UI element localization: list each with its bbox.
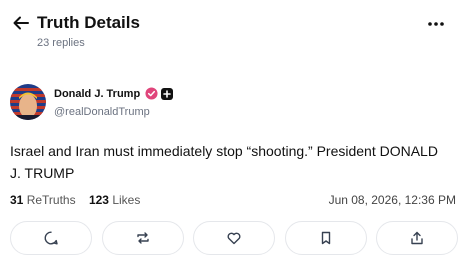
page-title: Truth Details [37,13,140,32]
share-button[interactable] [376,221,458,255]
post-stats: 31 ReTruths 123 Likes Jun 08, 2026, 12:3… [10,192,458,208]
plus-badge-icon [161,88,173,100]
author-name[interactable]: Donald J. Trump [54,87,140,101]
likes-stat[interactable]: 123 Likes [89,192,140,208]
heart-icon [227,232,241,245]
arrow-left-icon [13,16,29,30]
post-timestamp: Jun 08, 2026, 12:36 PM [328,193,456,207]
retruths-count: 31 [10,193,24,207]
reply-icon [44,231,58,245]
author-block[interactable]: Donald J. Trump @realDonaldTrump [10,84,310,124]
retruths-label: ReTruths [26,193,76,207]
post-text: Israel and Iran must immediately stop “s… [10,143,438,181]
more-horizontal-icon [428,22,444,26]
retruths-stat[interactable]: 31 ReTruths [10,192,76,208]
bookmark-icon [321,231,330,245]
back-button[interactable] [11,13,31,33]
reply-count: 23 replies [37,37,85,49]
verified-badge-icon [145,87,158,100]
share-icon [411,231,423,245]
likes-label: Likes [112,193,141,207]
avatar[interactable] [10,84,46,120]
more-options-button[interactable] [425,16,447,32]
action-bar [10,221,458,255]
retruth-button[interactable] [101,221,184,255]
reply-button[interactable] [10,221,92,255]
author-handle[interactable]: @realDonaldTrump [54,106,150,119]
likes-count: 123 [88,193,109,207]
page-header: Truth Details 23 replies [0,0,468,62]
bookmark-button[interactable] [284,221,367,255]
retruth-icon [136,232,149,244]
like-button[interactable] [193,221,275,255]
